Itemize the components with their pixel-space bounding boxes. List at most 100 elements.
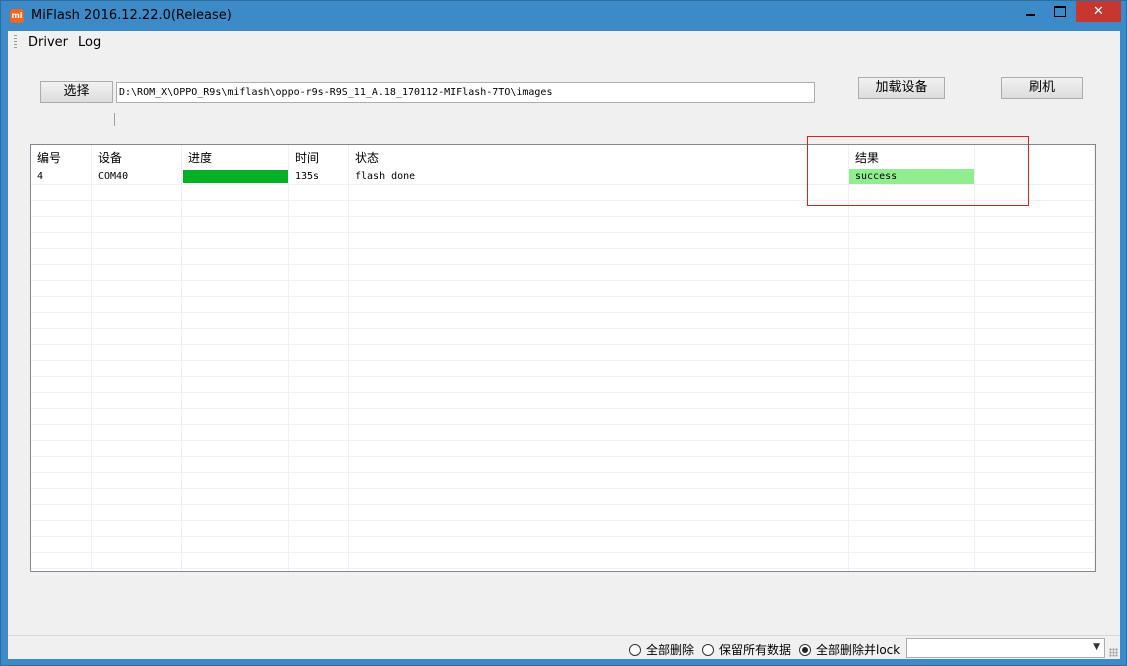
- empty-cell: [31, 409, 92, 424]
- empty-cell: [182, 457, 289, 472]
- empty-cell: [92, 281, 182, 296]
- empty-cell: [849, 265, 975, 280]
- table-row-empty[interactable]: [31, 473, 1095, 489]
- column-header-progress[interactable]: 进度: [182, 145, 289, 169]
- column-header-time[interactable]: 时间: [289, 145, 349, 169]
- minimize-button[interactable]: [1017, 1, 1043, 22]
- table-row-empty[interactable]: [31, 441, 1095, 457]
- column-header-extra[interactable]: [975, 145, 1095, 169]
- empty-cell: [31, 281, 92, 296]
- table-row-empty[interactable]: [31, 217, 1095, 233]
- table-row-empty[interactable]: [31, 409, 1095, 425]
- title-bar[interactable]: mi MiFlash 2016.12.22.0(Release) ✕: [1, 1, 1126, 31]
- empty-cell: [849, 473, 975, 488]
- menu-driver[interactable]: Driver: [28, 35, 68, 50]
- empty-cell: [92, 569, 182, 571]
- column-header-status[interactable]: 状态: [349, 145, 849, 169]
- empty-cell: [31, 537, 92, 552]
- table-row-empty[interactable]: [31, 345, 1095, 361]
- table-row-empty[interactable]: [31, 505, 1095, 521]
- table-row-empty[interactable]: [31, 489, 1095, 505]
- radio-clear-all-icon[interactable]: [629, 644, 641, 656]
- device-combo-box[interactable]: ▼: [906, 638, 1105, 658]
- empty-cell: [849, 425, 975, 440]
- row-result: success: [849, 169, 975, 184]
- table-row-empty[interactable]: [31, 265, 1095, 281]
- empty-cell: [92, 441, 182, 456]
- empty-cell: [975, 409, 1095, 424]
- column-header-device[interactable]: 设备: [92, 145, 182, 169]
- table-row-empty[interactable]: [31, 457, 1095, 473]
- radio-clear-all[interactable]: 全部删除: [629, 641, 694, 658]
- column-header-id[interactable]: 编号: [31, 145, 92, 169]
- resize-grip-icon[interactable]: [1109, 648, 1118, 657]
- empty-cell: [975, 249, 1095, 264]
- radio-keep-data-icon[interactable]: [702, 644, 714, 656]
- table-row-empty[interactable]: [31, 361, 1095, 377]
- empty-cell: [975, 281, 1095, 296]
- table-row-empty[interactable]: [31, 537, 1095, 553]
- table-row-empty[interactable]: [31, 185, 1095, 201]
- table-row-empty[interactable]: [31, 377, 1095, 393]
- empty-cell: [289, 249, 349, 264]
- table-row-empty[interactable]: [31, 329, 1095, 345]
- table-row-empty[interactable]: [31, 553, 1095, 569]
- flash-button[interactable]: 刷机: [1001, 77, 1083, 99]
- empty-cell: [31, 473, 92, 488]
- load-device-button[interactable]: 加载设备: [858, 77, 945, 99]
- empty-cell: [31, 361, 92, 376]
- mi-logo-icon: mi: [10, 9, 24, 23]
- empty-cell: [975, 329, 1095, 344]
- empty-cell: [975, 297, 1095, 312]
- empty-cell: [31, 457, 92, 472]
- table-row[interactable]: 4 COM40 135s flash done success: [31, 169, 1095, 185]
- table-row-empty[interactable]: [31, 201, 1095, 217]
- table-row-empty[interactable]: [31, 249, 1095, 265]
- radio-clear-all-lock-icon[interactable]: [799, 644, 811, 656]
- table-row-empty[interactable]: [31, 313, 1095, 329]
- empty-cell: [349, 297, 849, 312]
- radio-keep-data[interactable]: 保留所有数据: [702, 641, 791, 658]
- empty-cell: [92, 393, 182, 408]
- table-row-empty[interactable]: [31, 393, 1095, 409]
- empty-cell: [349, 473, 849, 488]
- empty-cell: [349, 377, 849, 392]
- empty-cell: [289, 201, 349, 216]
- status-bar: 全部删除 保留所有数据 全部删除并lock ▼: [8, 635, 1120, 659]
- maximize-button[interactable]: [1046, 1, 1072, 22]
- empty-cell: [289, 345, 349, 360]
- table-row-empty[interactable]: [31, 297, 1095, 313]
- empty-cell: [182, 409, 289, 424]
- chevron-down-icon[interactable]: ▼: [1093, 642, 1100, 652]
- empty-cell: [849, 441, 975, 456]
- device-table[interactable]: 编号 设备 进度 时间 状态 结果 4 COM40 135s flash don…: [30, 144, 1096, 572]
- empty-cell: [289, 265, 349, 280]
- empty-cell: [182, 281, 289, 296]
- table-row-empty[interactable]: [31, 569, 1095, 571]
- empty-cell: [849, 393, 975, 408]
- column-header-result[interactable]: 结果: [849, 145, 975, 169]
- empty-cell: [182, 185, 289, 200]
- empty-cell: [182, 505, 289, 520]
- empty-cell: [289, 569, 349, 571]
- empty-cell: [92, 329, 182, 344]
- empty-cell: [31, 393, 92, 408]
- radio-clear-all-lock[interactable]: 全部删除并lock: [799, 641, 900, 658]
- empty-cell: [975, 521, 1095, 536]
- select-folder-button[interactable]: 选择: [40, 81, 113, 103]
- table-row-empty[interactable]: [31, 281, 1095, 297]
- empty-cell: [849, 345, 975, 360]
- table-row-empty[interactable]: [31, 233, 1095, 249]
- empty-cell: [182, 521, 289, 536]
- empty-cell: [182, 217, 289, 232]
- empty-cell: [849, 377, 975, 392]
- empty-cell: [349, 521, 849, 536]
- empty-cell: [349, 185, 849, 200]
- close-button[interactable]: ✕: [1076, 1, 1121, 22]
- rom-path-field[interactable]: D:\ROM_X\OPPO_R9s\miflash\oppo-r9s-R9S_1…: [116, 82, 815, 103]
- empty-cell: [975, 217, 1095, 232]
- empty-cell: [92, 537, 182, 552]
- table-row-empty[interactable]: [31, 521, 1095, 537]
- table-row-empty[interactable]: [31, 425, 1095, 441]
- menu-log[interactable]: Log: [78, 35, 101, 50]
